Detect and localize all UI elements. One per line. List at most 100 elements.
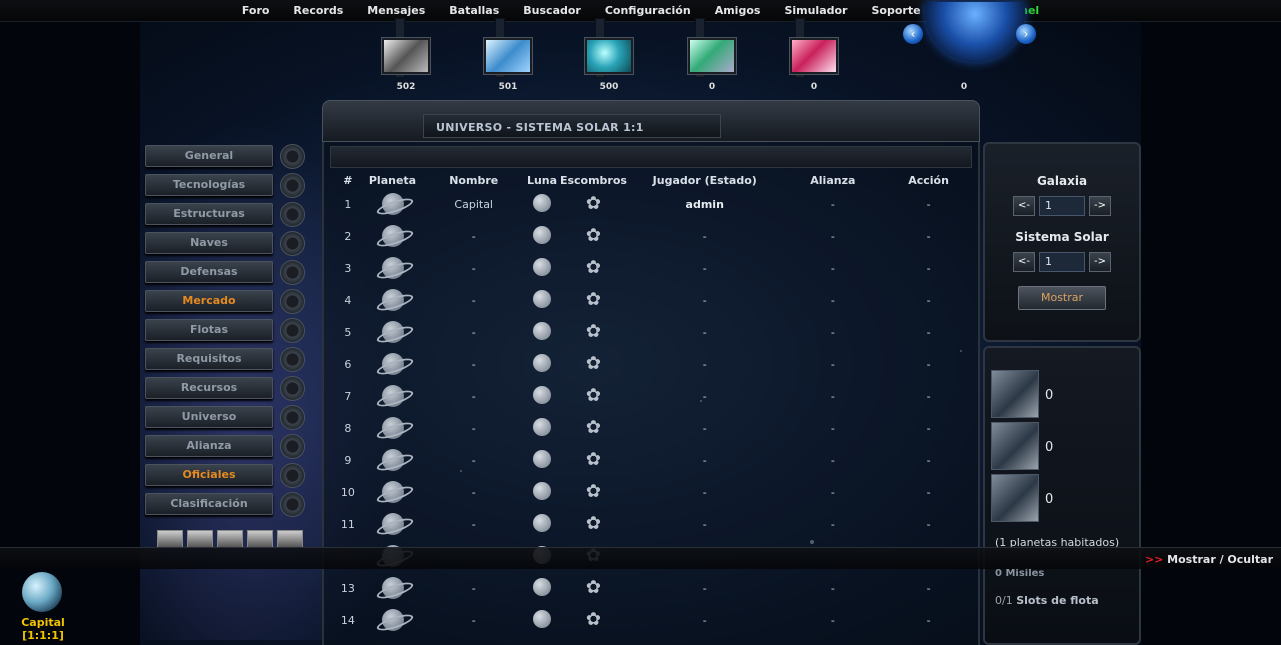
spy-probe-icon[interactable] [991, 370, 1039, 418]
nav-link-configuracion[interactable]: Configuración [593, 0, 703, 21]
planet-icon[interactable] [376, 191, 410, 215]
moon-icon[interactable] [533, 385, 552, 404]
menu-knob-icon[interactable] [280, 492, 305, 517]
planet-icon[interactable] [376, 255, 410, 279]
resource-metal[interactable]: 502 [380, 38, 432, 92]
recycler-icon[interactable] [991, 422, 1039, 470]
planet-icon[interactable] [376, 319, 410, 343]
menu-knob-icon[interactable] [280, 289, 305, 314]
resource-energy[interactable]: 0 [788, 38, 840, 92]
planet-icon[interactable] [376, 575, 410, 599]
menu-button-clasificacion[interactable]: Clasificación [145, 493, 273, 515]
menu-button-general[interactable]: General [145, 145, 273, 167]
debris-icon[interactable]: ✿ [586, 259, 601, 277]
orb-right-button[interactable]: › [1016, 24, 1036, 44]
nav-link-simulador[interactable]: Simulador [772, 0, 859, 21]
colony-ship-icon[interactable] [991, 474, 1039, 522]
moon-icon[interactable] [533, 609, 552, 628]
system-next-button[interactable]: -> [1089, 252, 1111, 272]
menu-knob-icon[interactable] [280, 434, 305, 459]
officer-portrait-icon[interactable] [277, 530, 303, 548]
moon-icon[interactable] [533, 257, 552, 276]
menu-button-oficiales[interactable]: Oficiales [145, 464, 273, 486]
debris-icon[interactable]: ✿ [586, 515, 601, 533]
menu-knob-icon[interactable] [280, 231, 305, 256]
menu-button-estructuras[interactable]: Estructuras [145, 203, 273, 225]
moon-icon[interactable] [533, 449, 552, 468]
resource-dark-matter[interactable]: 0 [686, 38, 738, 92]
officer-portrait-icon[interactable] [247, 530, 273, 548]
planet-icon[interactable] [376, 479, 410, 503]
planet-icon[interactable] [376, 415, 410, 439]
moon-icon[interactable] [533, 513, 552, 532]
moon-icon[interactable] [533, 353, 552, 372]
resource-deuterium[interactable]: 500 [583, 38, 635, 92]
system-prev-button[interactable]: <- [1013, 252, 1035, 272]
officer-portrait-icon[interactable] [217, 530, 243, 548]
current-planet-label[interactable]: Capital [1:1:1] [10, 616, 76, 642]
debris-icon[interactable]: ✿ [586, 323, 601, 341]
menu-knob-icon[interactable] [280, 260, 305, 285]
debris-icon[interactable]: ✿ [586, 387, 601, 405]
nav-link-buscador[interactable]: Buscador [511, 0, 593, 21]
menu-button-alianza[interactable]: Alianza [145, 435, 273, 457]
menu-button-naves[interactable]: Naves [145, 232, 273, 254]
orb-left-button[interactable]: ‹ [903, 24, 923, 44]
debris-icon[interactable]: ✿ [586, 195, 601, 213]
debris-icon[interactable]: ✿ [586, 483, 601, 501]
system-input[interactable]: 1 [1039, 252, 1085, 272]
planet-icon[interactable] [376, 447, 410, 471]
moon-icon[interactable] [533, 321, 552, 340]
menu-button-defensas[interactable]: Defensas [145, 261, 273, 283]
menu-button-recursos[interactable]: Recursos [145, 377, 273, 399]
planet-icon[interactable] [376, 287, 410, 311]
current-planet-icon[interactable] [22, 572, 62, 612]
player-name: - [702, 229, 707, 243]
menu-button-mercado[interactable]: Mercado [145, 290, 273, 312]
debris-icon[interactable]: ✿ [586, 355, 601, 373]
menu-knob-icon[interactable] [280, 376, 305, 401]
planet-icon[interactable] [376, 223, 410, 247]
officer-portrait-icon[interactable] [187, 530, 213, 548]
toggle-planets-link[interactable]: >> Mostrar / Ocultar [1145, 553, 1273, 566]
menu-knob-icon[interactable] [280, 144, 305, 169]
nav-link-soporte[interactable]: Soporte [859, 0, 932, 21]
menu-knob-icon[interactable] [280, 405, 305, 430]
resource-crystal[interactable]: 501 [482, 38, 534, 92]
moon-icon[interactable] [533, 289, 552, 308]
debris-icon[interactable]: ✿ [586, 419, 601, 437]
debris-icon[interactable]: ✿ [586, 227, 601, 245]
galaxy-prev-button[interactable]: <- [1013, 196, 1035, 216]
planet-icon[interactable] [376, 383, 410, 407]
show-button[interactable]: Mostrar [1018, 286, 1106, 310]
menu-knob-icon[interactable] [280, 463, 305, 488]
galaxy-input[interactable]: 1 [1039, 196, 1085, 216]
galaxy-next-button[interactable]: -> [1089, 196, 1111, 216]
moon-icon[interactable] [533, 577, 552, 596]
planet-icon[interactable] [376, 607, 410, 631]
moon-icon[interactable] [533, 481, 552, 500]
nav-link-foro[interactable]: Foro [230, 0, 282, 21]
debris-icon[interactable]: ✿ [586, 451, 601, 469]
menu-button-universo[interactable]: Universo [145, 406, 273, 428]
moon-icon[interactable] [533, 225, 552, 244]
menu-button-flotas[interactable]: Flotas [145, 319, 273, 341]
moon-cell [524, 284, 560, 316]
menu-knob-icon[interactable] [280, 347, 305, 372]
nav-link-amigos[interactable]: Amigos [703, 0, 773, 21]
debris-icon[interactable]: ✿ [586, 611, 601, 629]
nav-link-records[interactable]: Records [281, 0, 355, 21]
moon-icon[interactable] [533, 193, 552, 212]
player-name[interactable]: admin [627, 188, 783, 220]
debris-icon[interactable]: ✿ [586, 579, 601, 597]
debris-icon[interactable]: ✿ [586, 291, 601, 309]
menu-button-requisitos[interactable]: Requisitos [145, 348, 273, 370]
menu-knob-icon[interactable] [280, 318, 305, 343]
menu-knob-icon[interactable] [280, 173, 305, 198]
menu-button-tecnologias[interactable]: Tecnologías [145, 174, 273, 196]
moon-icon[interactable] [533, 417, 552, 436]
planet-icon[interactable] [376, 511, 410, 535]
menu-knob-icon[interactable] [280, 202, 305, 227]
officer-portrait-icon[interactable] [157, 530, 183, 548]
planet-icon[interactable] [376, 351, 410, 375]
